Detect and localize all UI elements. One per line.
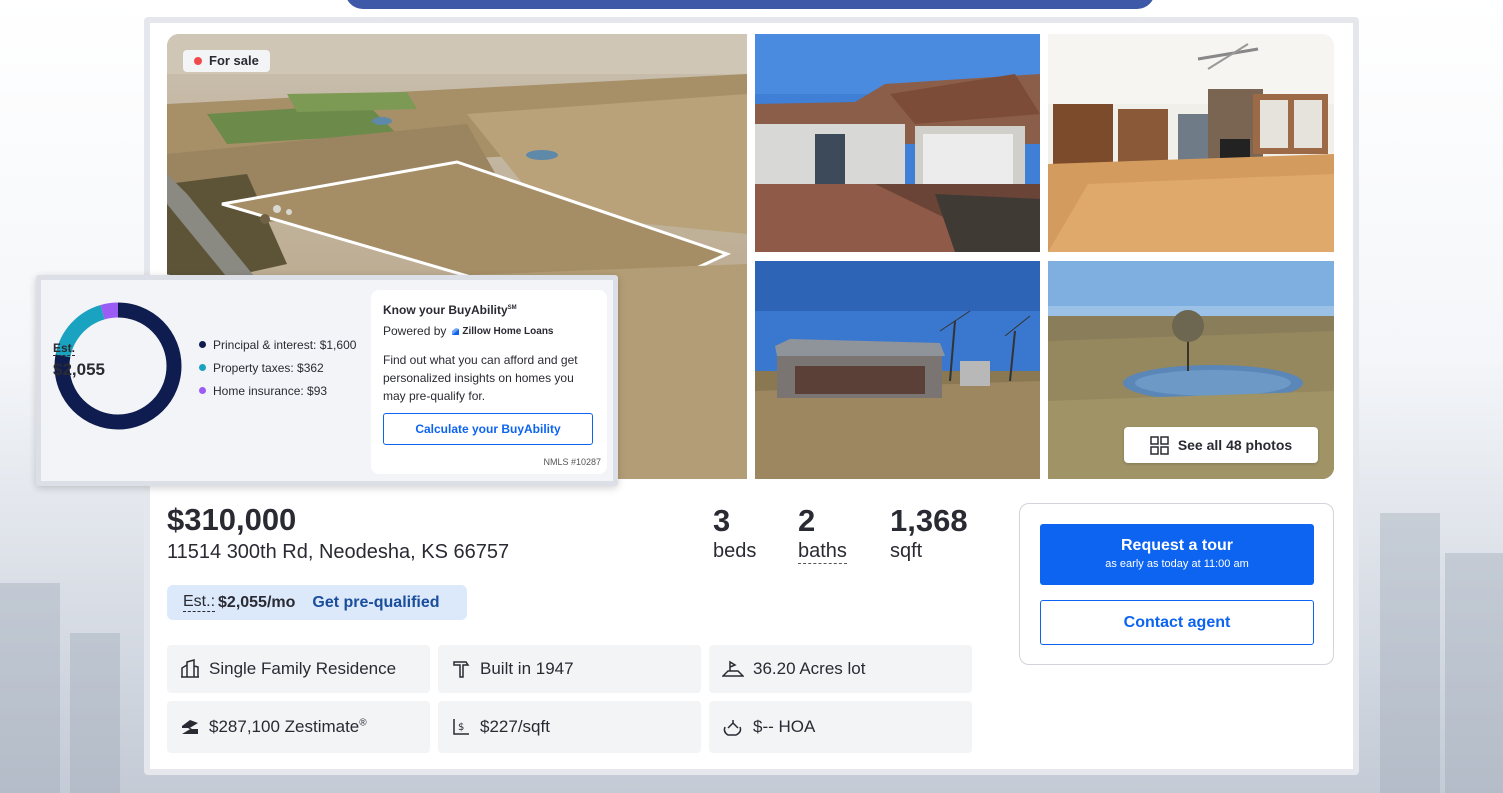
fact-home-type: Single Family Residence: [167, 645, 430, 693]
legend-insurance: Home insurance: $93: [199, 379, 356, 402]
fact-zestimate: $287,100 Zestimate®: [167, 701, 430, 753]
contact-box: Request a tour as early as today at 11:0…: [1019, 503, 1334, 665]
beds-count: 3: [713, 503, 731, 538]
hoa-icon: [723, 720, 742, 736]
building-icon: [181, 659, 199, 678]
background-building: [1380, 513, 1440, 793]
status-dot-icon: [194, 57, 202, 65]
sqft-stat: 1,368 sqft: [890, 503, 968, 563]
contact-agent-button[interactable]: Contact agent: [1040, 600, 1314, 645]
grid-icon: [1150, 435, 1169, 455]
background-building: [0, 583, 60, 793]
see-all-photos-button[interactable]: See all 48 photos: [1124, 427, 1318, 463]
hammer-icon: [453, 661, 470, 678]
baths-stat[interactable]: 2 baths: [798, 503, 847, 564]
fact-zestimate-label: $287,100 Zestimate®: [209, 717, 367, 736]
zestimate-icon: [182, 720, 198, 734]
background-building: [70, 633, 120, 793]
fact-price-per-sqft: $ $227/sqft: [438, 701, 701, 753]
fact-lot-size-label: 36.20 Acres lot: [753, 659, 866, 678]
buyability-description: Find out what you can afford and get per…: [383, 353, 578, 403]
listing-address: 11514 300th Rd, Neodesha, KS 66757: [167, 541, 510, 563]
request-tour-button[interactable]: Request a tour as early as today at 11:0…: [1040, 524, 1314, 585]
legend-insurance-label: Home insurance: $93: [213, 383, 328, 398]
listing-price: $310,000: [167, 502, 297, 537]
status-badge-label: For sale: [209, 53, 259, 68]
insurance-dot-icon: [199, 387, 206, 394]
principal-dot-icon: [199, 341, 206, 348]
photo-living-room[interactable]: [1048, 34, 1334, 252]
est-label[interactable]: Est.:: [183, 593, 216, 612]
sqft-count: 1,368: [890, 503, 968, 538]
beds-label: beds: [713, 540, 757, 562]
buyability-title: Know your BuyAbilitySM: [383, 303, 517, 317]
baths-count: 2: [798, 503, 816, 538]
fact-year-built-label: Built in 1947: [480, 659, 574, 678]
calculate-buyability-button[interactable]: Calculate your BuyAbility: [383, 413, 593, 445]
fact-home-type-label: Single Family Residence: [209, 659, 397, 678]
see-all-photos-label: See all 48 photos: [1177, 437, 1293, 453]
estimate-pill: Est.: $2,055/mo Get pre-qualified: [167, 585, 467, 620]
price-sqft-icon: $: [453, 719, 469, 735]
est-monthly-amount: $2,055/mo: [218, 593, 296, 611]
donut-total-value: $2,055: [53, 360, 105, 379]
status-badge: For sale: [183, 50, 270, 72]
donut-est-label: Est.: [53, 341, 76, 356]
nmls-number: NMLS #10287: [543, 457, 601, 467]
photo-barn[interactable]: [755, 261, 1040, 479]
payment-donut-chart: Est. $2,055: [53, 301, 183, 431]
legend-taxes: Property taxes: $362: [199, 356, 356, 379]
legend-principal-label: Principal & interest: $1,600: [213, 337, 357, 352]
request-tour-label: Request a tour: [1120, 537, 1233, 554]
zillow-home-loans-logo: Zillow Home Loans: [451, 326, 554, 337]
powered-by: Powered by Zillow Home Loans: [383, 324, 554, 338]
photo-house-exterior[interactable]: [755, 34, 1040, 252]
fact-lot-size: 36.20 Acres lot: [709, 645, 972, 693]
legend-principal: Principal & interest: $1,600: [199, 333, 356, 356]
fact-year-built: Built in 1947: [438, 645, 701, 693]
fact-hoa-label: $-- HOA: [753, 717, 816, 736]
fact-price-per-sqft-label: $227/sqft: [480, 717, 550, 736]
taxes-dot-icon: [199, 364, 206, 371]
lot-icon: [722, 660, 744, 677]
fact-hoa: $-- HOA: [709, 701, 972, 753]
background-building: [1445, 553, 1503, 793]
baths-label[interactable]: baths: [798, 539, 847, 564]
request-tour-sublabel: as early as today at 11:00 am: [1105, 558, 1249, 570]
payment-estimate-panel: Est. $2,055 Principal & interest: $1,600…: [36, 275, 618, 486]
top-banner: [345, 0, 1155, 9]
payment-legend: Principal & interest: $1,600 Property ta…: [199, 333, 356, 402]
buyability-box: Know your BuyAbilitySM Powered by Zillow…: [371, 290, 607, 474]
legend-taxes-label: Property taxes: $362: [213, 360, 324, 375]
beds-stat: 3 beds: [713, 503, 756, 563]
svg-text:$: $: [458, 722, 464, 733]
sqft-label: sqft: [890, 540, 923, 562]
zillow-logo-icon: [452, 327, 460, 335]
get-prequalified-link[interactable]: Get pre-qualified: [312, 594, 439, 612]
